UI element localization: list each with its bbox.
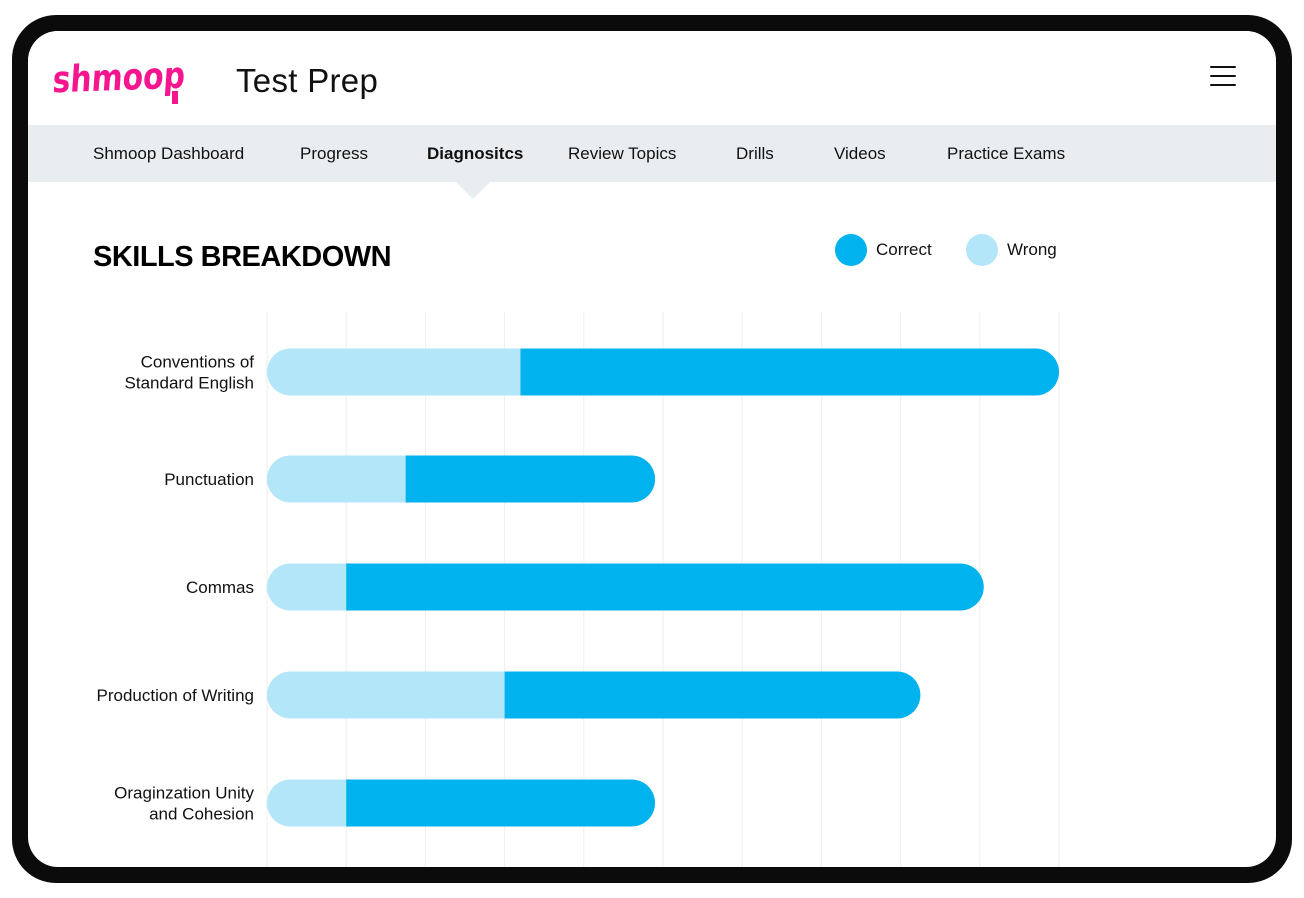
- bar-wrong[interactable]: [267, 563, 347, 611]
- bar-correct[interactable]: [520, 348, 1059, 396]
- skills-breakdown-chart: Conventions of Standard English Punctuatio…: [97, 312, 1060, 867]
- bar-correct[interactable]: [504, 671, 921, 719]
- app-screen: shmoop Test Prep Shmoop Dashboard Progre…: [28, 31, 1276, 867]
- category-label: Standard English: [125, 374, 254, 393]
- bar-wrong[interactable]: [267, 671, 505, 719]
- category-label: Punctuation: [164, 470, 254, 489]
- bar-correct[interactable]: [346, 779, 656, 827]
- bar-correct[interactable]: [346, 563, 984, 611]
- device-frame: shmoop Test Prep Shmoop Dashboard Progre…: [12, 15, 1292, 883]
- category-label: and Cohesion: [149, 805, 254, 824]
- bar-correct[interactable]: [405, 455, 656, 503]
- category-label: Commas: [186, 578, 254, 597]
- bar-wrong[interactable]: [267, 779, 347, 827]
- category-label: Production of Writing: [97, 686, 254, 705]
- category-label: Oraginzation Unity: [114, 784, 254, 803]
- bar-wrong[interactable]: [267, 455, 406, 503]
- category-label: Conventions of: [141, 353, 255, 372]
- bar-wrong[interactable]: [267, 348, 521, 396]
